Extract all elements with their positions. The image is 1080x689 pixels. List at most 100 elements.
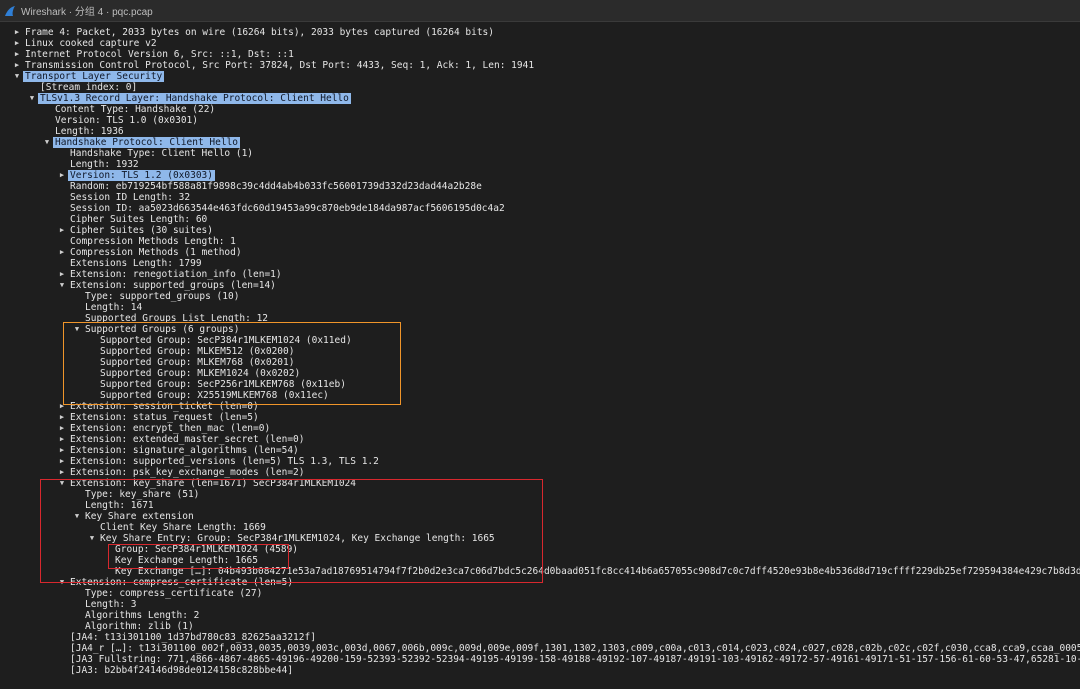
tree-row[interactable]: Session ID: aa5023d663544e463fdc60d19453… — [0, 203, 1080, 214]
expand-right-icon[interactable]: ▶ — [13, 38, 21, 49]
tree-row[interactable]: ▼ Extension: compress_certificate (len=5) — [0, 577, 1080, 588]
tree-row[interactable]: ▶ Extension: encrypt_then_mac (len=0) — [0, 423, 1080, 434]
tree-row-label: Length: 3 — [85, 599, 137, 610]
tree-row[interactable]: Length: 3 — [0, 599, 1080, 610]
wireshark-fin-icon — [5, 5, 15, 16]
expand-down-icon[interactable]: ▼ — [58, 478, 66, 489]
tree-row[interactable]: ▶ Transmission Control Protocol, Src Port… — [0, 60, 1080, 71]
tree-row[interactable]: [JA3 Fullstring: 771,4866-4867-4865-4919… — [0, 654, 1080, 665]
tree-row-label: Supported Group: MLKEM512 (0x0200) — [100, 346, 295, 357]
expand-right-icon[interactable]: ▶ — [58, 269, 66, 280]
tree-row[interactable]: Cipher Suites Length: 60 — [0, 214, 1080, 225]
tree-row[interactable]: ▶ Extension: psk_key_exchange_modes (len=… — [0, 467, 1080, 478]
expand-right-icon[interactable]: ▶ — [58, 423, 66, 434]
tree-row-label: Cipher Suites Length: 60 — [70, 214, 208, 225]
tree-row-label: Length: 1936 — [55, 126, 124, 137]
tree-row-label: Key Exchange […]: 04b493b084271e53a7ad18… — [115, 566, 1080, 577]
tree-row[interactable]: Supported Group: MLKEM768 (0x0201) — [0, 357, 1080, 368]
tree-row-label: Supported Group: SecP384r1MLKEM1024 (0x1… — [100, 335, 352, 346]
tree-row[interactable]: ▶ Extension: renegotiation_info (len=1) — [0, 269, 1080, 280]
expand-right-icon[interactable]: ▶ — [58, 170, 66, 181]
tree-row[interactable]: ▶ Extension: session_ticket (len=0) — [0, 401, 1080, 412]
tree-row[interactable]: Supported Group: MLKEM1024 (0x0202) — [0, 368, 1080, 379]
tree-row[interactable]: ▼ Key Share extension — [0, 511, 1080, 522]
expand-right-icon[interactable]: ▶ — [13, 49, 21, 60]
expand-right-icon[interactable]: ▶ — [58, 225, 66, 236]
tree-row[interactable]: Length: 1932 — [0, 159, 1080, 170]
tree-row[interactable]: Supported Group: X25519MLKEM768 (0x11ec) — [0, 390, 1080, 401]
tree-row-label: Extension: extended_master_secret (len=0… — [70, 434, 305, 445]
tree-row[interactable]: ▶ Linux cooked capture v2 — [0, 38, 1080, 49]
tree-row[interactable]: Algorithms Length: 2 — [0, 610, 1080, 621]
tree-row-label: Random: eb719254bf588a81f9898c39c4dd4ab4… — [70, 181, 482, 192]
tree-row-label: [JA4: t13i301100_1d37bd780c83_82625aa321… — [70, 632, 316, 643]
tree-row-label: Extension: supported_versions (len=5) TL… — [70, 456, 379, 467]
tree-row-label: Length: 1671 — [85, 500, 154, 511]
tree-row[interactable]: Version: TLS 1.0 (0x0301) — [0, 115, 1080, 126]
tree-row[interactable]: Compression Methods Length: 1 — [0, 236, 1080, 247]
tree-row[interactable]: Content Type: Handshake (22) — [0, 104, 1080, 115]
tree-row[interactable]: Length: 14 — [0, 302, 1080, 313]
tree-row-label: Length: 1932 — [70, 159, 139, 170]
tree-row[interactable]: ▼ Extension: supported_groups (len=14) — [0, 280, 1080, 291]
tree-row[interactable]: Random: eb719254bf588a81f9898c39c4dd4ab4… — [0, 181, 1080, 192]
tree-row[interactable]: ▶ Extension: supported_versions (len=5) T… — [0, 456, 1080, 467]
tree-row[interactable]: ▶ Compression Methods (1 method) — [0, 247, 1080, 258]
tree-row[interactable]: Key Exchange […]: 04b493b084271e53a7ad18… — [0, 566, 1080, 577]
tree-row[interactable]: Supported Group: SecP256r1MLKEM768 (0x11… — [0, 379, 1080, 390]
tree-row[interactable]: ▶ Internet Protocol Version 6, Src: ::1, … — [0, 49, 1080, 60]
expand-right-icon[interactable]: ▶ — [58, 247, 66, 258]
expand-right-icon[interactable]: ▶ — [58, 401, 66, 412]
tree-row[interactable]: ▼ Key Share Entry: Group: SecP384r1MLKEM1… — [0, 533, 1080, 544]
expand-down-icon[interactable]: ▼ — [58, 280, 66, 291]
tree-row[interactable]: Client Key Share Length: 1669 — [0, 522, 1080, 533]
tree-row[interactable]: Length: 1671 — [0, 500, 1080, 511]
expand-right-icon[interactable]: ▶ — [13, 27, 21, 38]
tree-row[interactable]: [JA4: t13i301100_1d37bd780c83_82625aa321… — [0, 632, 1080, 643]
tree-row[interactable]: ▶ Cipher Suites (30 suites) — [0, 225, 1080, 236]
expand-down-icon[interactable]: ▼ — [13, 71, 21, 82]
tree-row[interactable]: ▼ TLSv1.3 Record Layer: Handshake Protoco… — [0, 93, 1080, 104]
tree-row-label: Handshake Type: Client Hello (1) — [70, 148, 254, 159]
tree-row[interactable]: Length: 1936 — [0, 126, 1080, 137]
expand-down-icon[interactable]: ▼ — [28, 93, 36, 104]
tree-row[interactable]: Supported Group: SecP384r1MLKEM1024 (0x1… — [0, 335, 1080, 346]
tree-row[interactable]: [JA4_r […]: t13i301100_002f,0033,0035,00… — [0, 643, 1080, 654]
tree-row[interactable]: Supported Group: MLKEM512 (0x0200) — [0, 346, 1080, 357]
expand-right-icon[interactable]: ▶ — [58, 456, 66, 467]
expand-down-icon[interactable]: ▼ — [88, 533, 96, 544]
expand-right-icon[interactable]: ▶ — [13, 60, 21, 71]
tree-row[interactable]: ▶ Extension: status_request (len=5) — [0, 412, 1080, 423]
expand-right-icon[interactable]: ▶ — [58, 434, 66, 445]
tree-row-label: Extension: compress_certificate (len=5) — [70, 577, 294, 588]
tree-row[interactable]: Handshake Type: Client Hello (1) — [0, 148, 1080, 159]
tree-row[interactable]: ▼ Supported Groups (6 groups) — [0, 324, 1080, 335]
expand-down-icon[interactable]: ▼ — [58, 577, 66, 588]
tree-row[interactable]: Group: SecP384r1MLKEM1024 (4589) — [0, 544, 1080, 555]
tree-row[interactable]: ▶ Extension: signature_algorithms (len=54… — [0, 445, 1080, 456]
tree-row[interactable]: ▼ Transport Layer Security — [0, 71, 1080, 82]
tree-row[interactable]: Supported Groups List Length: 12 — [0, 313, 1080, 324]
tree-row[interactable]: ▶ Frame 4: Packet, 2033 bytes on wire (16… — [0, 27, 1080, 38]
expand-right-icon[interactable]: ▶ — [58, 412, 66, 423]
expand-down-icon[interactable]: ▼ — [73, 324, 81, 335]
tree-row[interactable]: Session ID Length: 32 — [0, 192, 1080, 203]
tree-row[interactable]: Type: compress_certificate (27) — [0, 588, 1080, 599]
tree-row[interactable]: ▼ Handshake Protocol: Client Hello — [0, 137, 1080, 148]
tree-row[interactable]: Type: key_share (51) — [0, 489, 1080, 500]
expand-right-icon[interactable]: ▶ — [58, 467, 66, 478]
tree-row[interactable]: Algorithm: zlib (1) — [0, 621, 1080, 632]
expand-down-icon[interactable]: ▼ — [73, 511, 81, 522]
tree-row[interactable]: [JA3: b2bb4f24146d98de0124158c828bbe44] — [0, 665, 1080, 676]
tree-row[interactable]: [Stream index: 0] — [0, 82, 1080, 93]
tree-row[interactable]: ▶ Version: TLS 1.2 (0x0303) — [0, 170, 1080, 181]
tree-row[interactable]: Key Exchange Length: 1665 — [0, 555, 1080, 566]
tree-row[interactable]: ▼ Extension: key_share (len=1671) SecP384… — [0, 478, 1080, 489]
tree-row[interactable]: ▶ Extension: extended_master_secret (len=… — [0, 434, 1080, 445]
packet-details-tree[interactable]: ▶ Frame 4: Packet, 2033 bytes on wire (16… — [0, 27, 1080, 687]
tree-row[interactable]: Extensions Length: 1799 — [0, 258, 1080, 269]
expand-down-icon[interactable]: ▼ — [43, 137, 51, 148]
tree-row-label: Key Share Entry: Group: SecP384r1MLKEM10… — [100, 533, 495, 544]
expand-right-icon[interactable]: ▶ — [58, 445, 66, 456]
tree-row[interactable]: Type: supported_groups (10) — [0, 291, 1080, 302]
